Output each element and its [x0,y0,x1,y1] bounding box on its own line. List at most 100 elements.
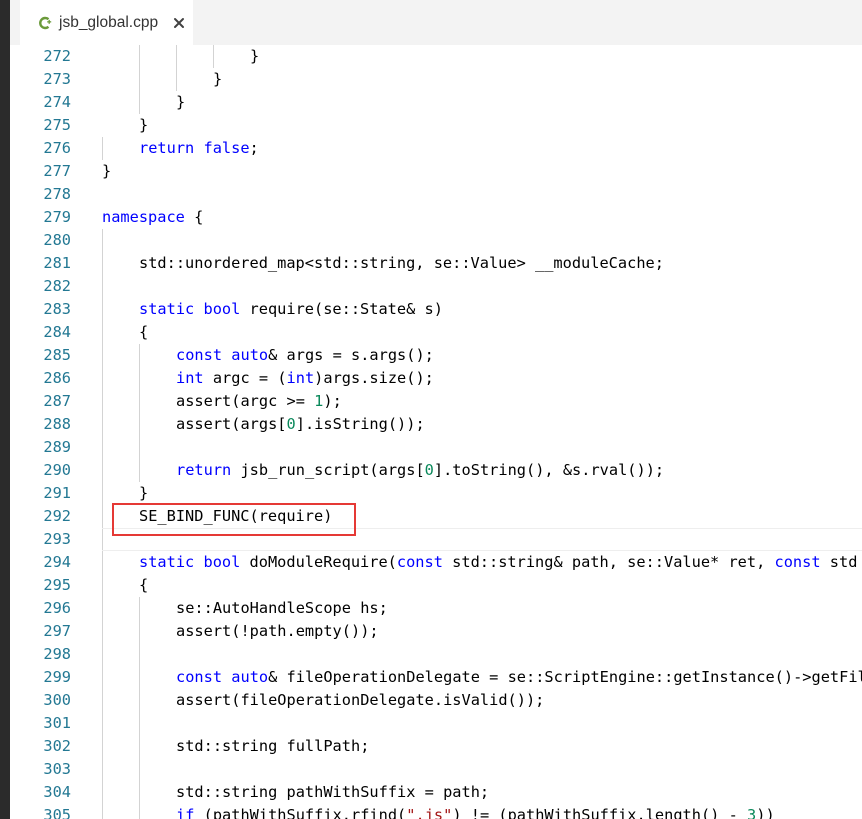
code-line[interactable]: 299 const auto& fileOperationDelegate = s… [10,666,862,689]
code-text: static bool require(se::State& s) [139,298,443,321]
code-text: int argc = (int)args.size(); [176,367,434,390]
keyword-token: if [176,806,195,819]
code-line[interactable]: 297 assert(!path.empty()); [10,620,862,643]
code-line[interactable]: 283 static bool require(se::State& s) [10,298,862,321]
indent-guide [102,344,103,367]
code-line[interactable]: 282 [10,275,862,298]
indent-guide [139,689,140,712]
close-icon[interactable] [172,16,186,30]
code-line[interactable]: 284 { [10,321,862,344]
code-line[interactable]: 294 static bool doModuleRequire(const std… [10,551,862,574]
code-line[interactable]: 278 [10,183,862,206]
keyword-token: return [176,461,232,479]
code-line[interactable]: 287 assert(argc >= 1); [10,390,862,413]
line-number: 285 [43,346,71,364]
code-text: return false; [139,137,259,160]
keyword-token: int [176,369,204,387]
line-number: 299 [43,668,71,686]
line-number: 304 [43,783,71,801]
code-text: std::string fullPath; [176,735,369,758]
indent-guide [139,643,140,666]
code-token: ].isString()); [295,415,425,433]
code-line[interactable]: 281 std::unordered_map<std::string, se::V… [10,252,862,275]
code-line[interactable]: 280 [10,229,862,252]
code-line[interactable]: 304 std::string pathWithSuffix = path; [10,781,862,804]
activity-bar [0,0,10,819]
indent-guide [176,45,177,68]
indent-guide [102,436,103,459]
code-token: assert(argc >= [176,392,315,410]
indent-guide [102,781,103,804]
indent-guide [102,367,103,390]
line-number: 300 [43,691,71,709]
indent-guide [139,367,140,390]
code-token: doModuleRequire( [240,553,397,571]
code-token: } [176,93,186,111]
keyword-token: const [774,553,821,571]
code-line[interactable]: 274} [10,91,862,114]
line-number: 282 [43,277,71,295]
indent-guide [102,758,103,781]
code-token: require(se::State& s) [240,300,443,318]
line-number: 284 [43,323,71,341]
keyword-token: bool [203,300,241,318]
code-line[interactable]: 302 std::string fullPath; [10,735,862,758]
code-text: } [139,114,148,137]
code-line[interactable]: 286 int argc = (int)args.size(); [10,367,862,390]
editor-tab[interactable]: jsb_global.cpp [20,0,193,45]
code-line[interactable]: 277} [10,160,862,183]
code-line[interactable]: 295 { [10,574,862,597]
code-line[interactable]: 285 const auto& args = s.args(); [10,344,862,367]
keyword-token: int [286,369,315,387]
code-line[interactable]: 292 SE_BIND_FUNC(require) [10,505,862,528]
code-line[interactable]: 301 [10,712,862,735]
line-number: 276 [43,139,71,157]
indent-guide [102,551,103,574]
number-token: 3 [747,806,757,819]
code-line[interactable]: 279 namespace { [10,206,862,229]
code-token: } [250,47,260,65]
code-line[interactable]: 298 [10,643,862,666]
line-number: 272 [43,47,71,65]
code-line[interactable]: 305 if (pathWithSuffix.rfind(".js") != (p… [10,804,862,819]
code-token: se::AutoHandleScope hs; [176,599,388,617]
keyword-token: auto [231,668,269,686]
code-token: & fileOperationDelegate = se::ScriptEngi… [268,668,862,686]
number-token: 1 [314,392,324,410]
code-line[interactable]: 276 return false; [10,137,862,160]
code-text: } [250,45,259,68]
indent-guide [139,781,140,804]
indent-guide [139,735,140,758]
indent-guide [102,137,103,160]
code-text: SE_BIND_FUNC(require) [139,505,332,528]
indent-guide [139,68,140,91]
code-line[interactable]: 291} [10,482,862,505]
indent-guide [139,758,140,781]
code-token: (pathWithSuffix.rfind( [194,806,407,819]
code-token: std::string fullPath; [176,737,370,755]
code-text: const auto& args = s.args(); [176,344,434,367]
code-text: { [139,574,148,597]
code-line[interactable]: 289 [10,436,862,459]
line-number: 294 [43,553,71,571]
code-line[interactable]: 288 assert(args[0].isString()); [10,413,862,436]
code-line[interactable]: 303 [10,758,862,781]
code-line[interactable]: 293 [10,528,862,551]
indent-guide [102,597,103,620]
code-editor[interactable]: 272} 273} 274} 275} 276 return false; 277} 278 2… [10,45,862,819]
code-line[interactable]: 296 se::AutoHandleScope hs; [10,597,862,620]
code-token: ); [323,392,342,410]
code-line[interactable]: 272} [10,45,862,68]
indent-guide [139,344,140,367]
code-line[interactable]: 275} [10,114,862,137]
code-line[interactable]: 300 assert(fileOperationDelegate.isValid(… [10,689,862,712]
code-line[interactable]: 273} [10,68,862,91]
indent-guide [102,275,103,298]
code-token: { [139,323,149,341]
number-token: 0 [286,415,296,433]
code-line[interactable]: 290 return jsb_run_script(args[0].toStrin… [10,459,862,482]
indent-guide [139,91,140,114]
code-text: static bool doModuleRequire(const std::s… [139,551,857,574]
code-token: std::unordered_map<std::string, se::Valu… [139,254,664,272]
